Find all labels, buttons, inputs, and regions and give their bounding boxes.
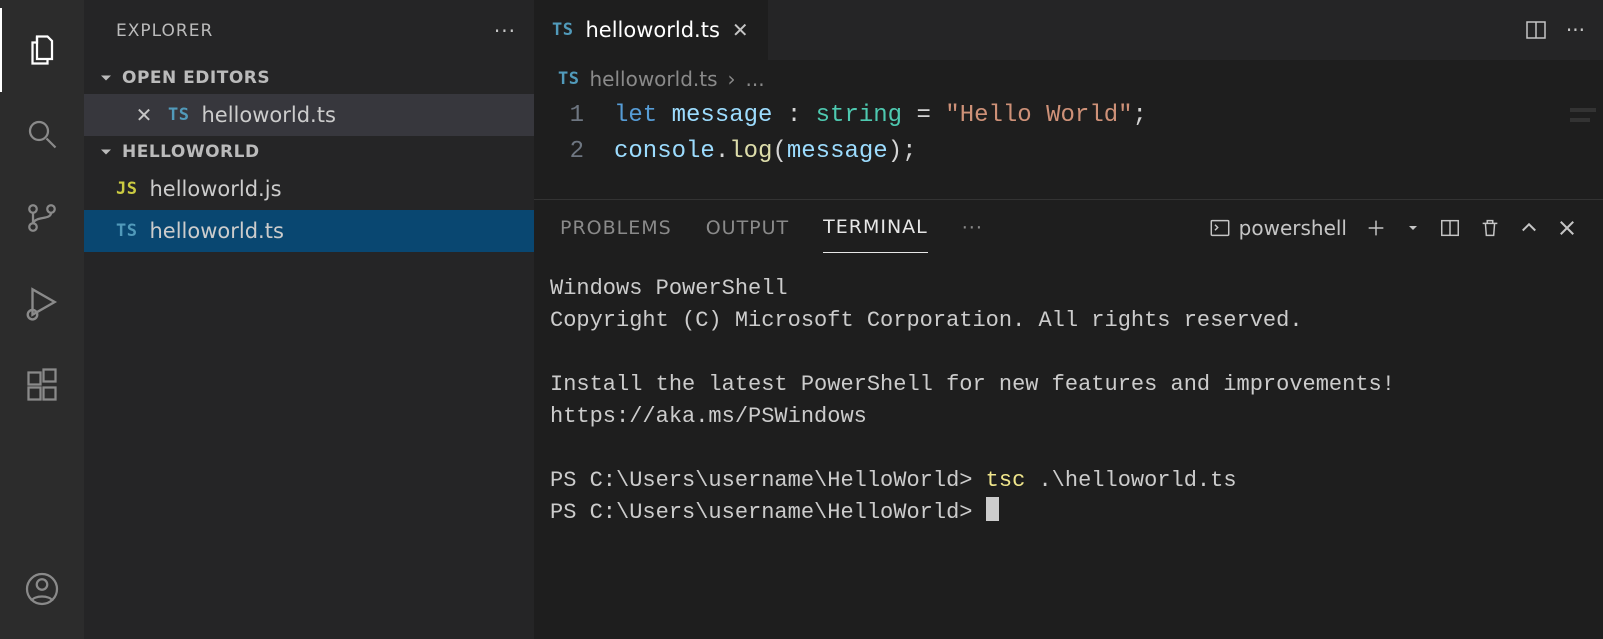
line-number: 2: [534, 134, 614, 170]
activity-source-control[interactable]: [0, 176, 84, 260]
open-editors-header[interactable]: OPEN EDITORS: [84, 62, 534, 94]
split-terminal-icon[interactable]: [1439, 217, 1461, 239]
breadcrumb-rest: ...: [746, 67, 765, 91]
folder-label: HELLOWORLD: [122, 142, 260, 162]
terminal-profile-label: powershell: [1239, 216, 1347, 240]
file-item[interactable]: TS helloworld.ts: [84, 210, 534, 252]
activity-extensions[interactable]: [0, 344, 84, 428]
terminal-cursor: [986, 497, 999, 521]
ts-badge-icon: TS: [168, 105, 189, 125]
activity-explorer[interactable]: [0, 8, 84, 92]
activity-search[interactable]: [0, 92, 84, 176]
panel-more-icon[interactable]: ···: [962, 203, 983, 253]
chevron-down-icon: [96, 142, 116, 162]
editor[interactable]: 1let message : string = "Hello World";2c…: [534, 98, 1603, 198]
activity-bar: [0, 0, 84, 639]
code-content: console.log(message);: [614, 134, 917, 170]
tab-terminal[interactable]: TERMINAL: [823, 202, 928, 253]
branch-icon: [24, 200, 60, 236]
ts-badge-icon: TS: [552, 20, 573, 40]
sidebar-title: EXPLORER: [116, 21, 213, 41]
panel-chevron-up-icon[interactable]: [1519, 218, 1539, 238]
file-label: helloworld.ts: [149, 219, 283, 243]
file-label: helloworld.js: [149, 177, 281, 201]
tab-problems[interactable]: PROBLEMS: [560, 203, 672, 253]
minimap[interactable]: [1563, 98, 1603, 198]
terminal-profile[interactable]: powershell: [1209, 216, 1347, 240]
close-icon[interactable]: ✕: [732, 18, 749, 42]
close-icon[interactable]: ✕: [132, 103, 156, 127]
chevron-down-icon: [96, 68, 116, 88]
editor-tab[interactable]: TS helloworld.ts ✕: [534, 0, 768, 60]
file-item[interactable]: JS helloworld.js: [84, 168, 534, 210]
code-line[interactable]: 2console.log(message);: [534, 134, 1603, 170]
ts-badge-icon: TS: [116, 221, 137, 241]
debug-icon: [23, 283, 61, 321]
new-terminal-icon[interactable]: [1365, 217, 1387, 239]
main: TS helloworld.ts ✕ ··· TS helloworld.ts › …: [534, 0, 1603, 639]
open-editor-item[interactable]: ✕ TS helloworld.ts: [84, 94, 534, 136]
tab-more-icon[interactable]: ···: [1566, 18, 1585, 42]
terminal-icon: [1209, 217, 1231, 239]
side-bar: EXPLORER ··· OPEN EDITORS ✕ TS helloworld.…: [84, 0, 534, 639]
split-editor-icon[interactable]: [1524, 18, 1548, 42]
line-number: 1: [534, 98, 614, 134]
ts-badge-icon: TS: [558, 69, 579, 89]
terminal-dropdown-icon[interactable]: [1405, 220, 1421, 236]
activity-run-debug[interactable]: [0, 260, 84, 344]
close-panel-icon[interactable]: [1557, 218, 1577, 238]
js-badge-icon: JS: [116, 179, 137, 199]
code-content: let message : string = "Hello World";: [614, 98, 1147, 134]
sidebar-header: EXPLORER ···: [84, 0, 534, 62]
chevron-right-icon: ›: [728, 67, 736, 91]
terminal-output[interactable]: Windows PowerShellCopyright (C) Microsof…: [534, 255, 1603, 547]
code-line[interactable]: 1let message : string = "Hello World";: [534, 98, 1603, 134]
breadcrumb[interactable]: TS helloworld.ts › ...: [534, 60, 1603, 98]
breadcrumb-file: helloworld.ts: [589, 67, 717, 91]
search-icon: [24, 116, 60, 152]
extensions-icon: [24, 368, 60, 404]
sidebar-more-icon[interactable]: ···: [494, 19, 516, 43]
file-label: helloworld.ts: [201, 103, 335, 127]
tab-label: helloworld.ts: [585, 18, 719, 42]
panel-tabs: PROBLEMS OUTPUT TERMINAL ··· powershell: [534, 199, 1603, 255]
files-icon: [25, 32, 61, 68]
kill-terminal-icon[interactable]: [1479, 217, 1501, 239]
tab-output[interactable]: OUTPUT: [706, 203, 789, 253]
panel: PROBLEMS OUTPUT TERMINAL ··· powershell: [534, 198, 1603, 547]
open-editors-label: OPEN EDITORS: [122, 68, 270, 88]
activity-account[interactable]: [0, 547, 84, 631]
account-icon: [24, 571, 60, 607]
tab-bar: TS helloworld.ts ✕ ···: [534, 0, 1603, 60]
folder-header[interactable]: HELLOWORLD: [84, 136, 534, 168]
